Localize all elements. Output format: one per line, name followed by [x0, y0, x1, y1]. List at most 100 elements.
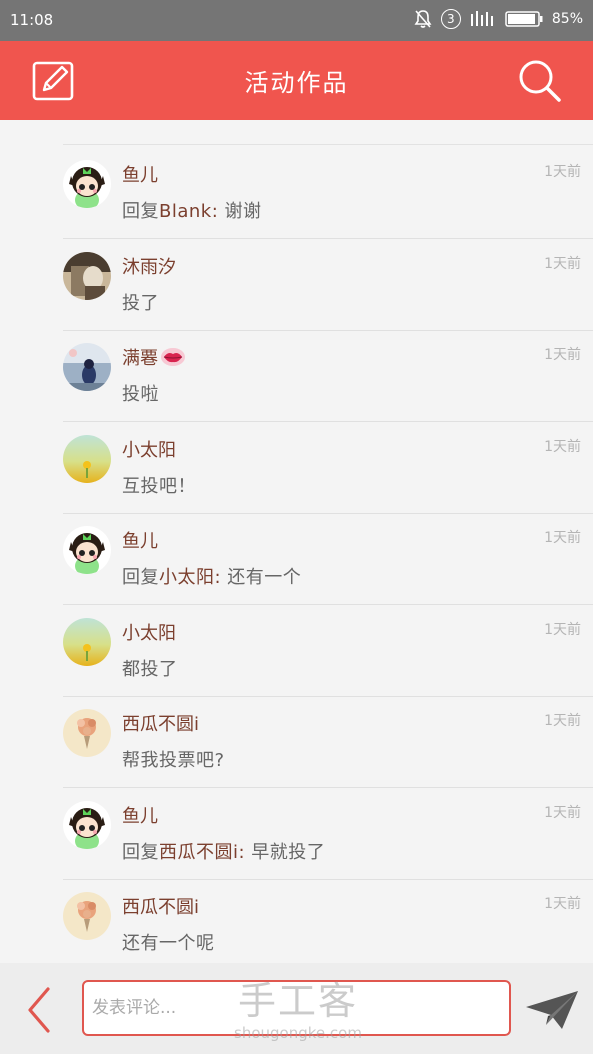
reply-prefix: 回复 — [122, 841, 159, 863]
comment-time: 1天前 — [544, 530, 581, 546]
battery-icon — [505, 11, 543, 27]
reply-target[interactable]: 小太阳: — [159, 567, 221, 588]
back-button[interactable] — [22, 985, 58, 1035]
paper-plane-icon — [526, 991, 578, 1029]
user-name[interactable]: 满䙴 — [122, 344, 186, 372]
comment-time: 1天前 — [544, 621, 581, 638]
comment-item[interactable]: 鱼儿 1天前回复小太阳: 还有一个 — [0, 513, 593, 605]
comment-body: 帮我投票吧? — [122, 750, 225, 771]
girl-avatar — [63, 800, 111, 849]
comment-body: 投了 — [122, 292, 159, 314]
status-icons: 3 85% — [414, 9, 583, 29]
avatar[interactable] — [63, 251, 111, 300]
reply-target[interactable]: 西瓜不圆i: — [159, 842, 245, 863]
user-name[interactable]: 鱼儿 — [122, 802, 158, 828]
reply-prefix: 回复 — [122, 201, 159, 222]
girl-avatar — [63, 160, 111, 208]
user-name[interactable]: 沐雨汐 — [122, 253, 176, 279]
user-name[interactable]: 鱼儿 — [122, 161, 158, 187]
user-name-text: 西瓜不圆i — [122, 714, 200, 735]
reply-prefix: 回复 — [122, 567, 159, 588]
comment-time: 1天前 — [544, 438, 581, 455]
search-icon — [519, 60, 561, 102]
battery-percent: 85% — [551, 11, 583, 27]
girl-avatar — [63, 526, 111, 574]
comment-body: 投啦 — [122, 384, 159, 405]
comment-text: 回复Blank: 谢谢 — [122, 197, 262, 223]
sepia-photo-avatar — [63, 251, 111, 300]
avatar[interactable] — [63, 617, 111, 666]
comment-item[interactable]: 沐雨汐 1天前投了 — [0, 239, 593, 331]
comment-time: 1天前 — [544, 164, 581, 180]
sunflower-field-avatar — [63, 434, 111, 483]
comment-body: 还有一个 — [221, 567, 302, 588]
comment-text: 帮我投票吧? — [122, 746, 225, 772]
reply-target[interactable]: Blank: — [159, 201, 218, 222]
search-button[interactable] — [517, 58, 563, 104]
comment-item[interactable]: 西瓜不圆i 1天前帮我投票吧? — [0, 696, 593, 788]
user-name[interactable]: 鱼儿 — [122, 527, 158, 553]
user-name-text: 沐雨汐 — [122, 256, 176, 278]
comment-time: 1天前 — [544, 347, 581, 363]
app-bar: 活动作品 — [0, 41, 593, 120]
avatar[interactable] — [63, 800, 111, 849]
user-name[interactable]: 西瓜不圆i — [122, 893, 199, 919]
flower-bouquet-avatar — [63, 892, 111, 940]
page-title: 活动作品 — [244, 69, 349, 97]
comment-list[interactable]: ………… 鱼儿1天前回复Blank: 谢谢沐雨汐1天前投了满䙴1天前投啦小太阳1… — [0, 120, 593, 963]
notification-count: 3 — [447, 12, 455, 26]
comment-body: 都投了 — [122, 658, 178, 680]
status-time: 11:08 — [10, 11, 54, 29]
comment-item[interactable]: 鱼儿 1天前回复西瓜不圆i: 早就投了 — [0, 788, 593, 880]
user-name[interactable]: 小太阳 — [122, 436, 176, 462]
comment-time: 1天前 — [544, 896, 581, 912]
comment-text: 都投了 — [122, 655, 178, 681]
night-photo-avatar — [63, 343, 111, 391]
avatar[interactable] — [63, 343, 111, 391]
comment-text: 投啦 — [122, 380, 159, 406]
avatar[interactable] — [63, 709, 111, 757]
user-name-text: 满䙴 — [122, 348, 158, 369]
status-bar: 11:08 3 85% — [0, 0, 593, 41]
comment-input-bar — [0, 963, 593, 1054]
comment-body: 早就投了 — [245, 841, 326, 863]
send-button[interactable] — [524, 989, 580, 1031]
comment-body: 还有一个呢 — [122, 933, 215, 954]
user-name-text: 小太阳 — [122, 439, 176, 461]
user-name-text: 鱼儿 — [122, 531, 158, 552]
user-name-text: 西瓜不圆i — [122, 897, 200, 918]
user-name[interactable]: 西瓜不圆i — [122, 710, 199, 736]
user-name-text: 鱼儿 — [122, 165, 158, 186]
comment-time: 1天前 — [544, 713, 581, 729]
comment-body: 互投吧！ — [122, 475, 196, 497]
flower-bouquet-avatar — [63, 709, 111, 757]
avatar[interactable] — [63, 434, 111, 483]
comment-text: 回复小太阳: 还有一个 — [122, 563, 301, 589]
comment-item[interactable]: 西瓜不圆i 1天前还有一个呢 — [0, 879, 593, 963]
sunflower-field-avatar — [63, 617, 111, 666]
user-name[interactable]: 小太阳 — [122, 619, 176, 645]
signal-icon — [470, 10, 496, 28]
avatar[interactable] — [63, 892, 111, 940]
comment-text: 互投吧！ — [122, 472, 196, 498]
comment-text: 回复西瓜不圆i: 早就投了 — [122, 838, 325, 864]
lips-emoji — [160, 347, 186, 372]
comment-item[interactable]: 满䙴 1天前投啦 — [0, 330, 593, 422]
comment-item[interactable]: 小太阳 1天前互投吧！ — [0, 422, 593, 514]
comment-item[interactable]: 小太阳 1天前都投了 — [0, 605, 593, 697]
comment-item[interactable]: 鱼儿 1天前回复Blank: 谢谢 — [0, 147, 593, 239]
comment-text: 投了 — [122, 289, 159, 315]
back-arrow-icon — [28, 987, 50, 1033]
comment-body: 谢谢 — [218, 201, 262, 222]
divider — [63, 144, 593, 145]
comment-input[interactable] — [82, 980, 511, 1036]
user-name-text: 小太阳 — [122, 622, 176, 644]
mute-bell-icon — [414, 9, 432, 29]
comment-time: 1天前 — [544, 804, 581, 821]
notification-count-icon: 3 — [440, 9, 461, 29]
user-name-text: 鱼儿 — [122, 805, 158, 827]
avatar[interactable] — [63, 160, 111, 208]
comment-text: 还有一个呢 — [122, 929, 215, 955]
comment-time: 1天前 — [544, 255, 581, 272]
avatar[interactable] — [63, 526, 111, 574]
